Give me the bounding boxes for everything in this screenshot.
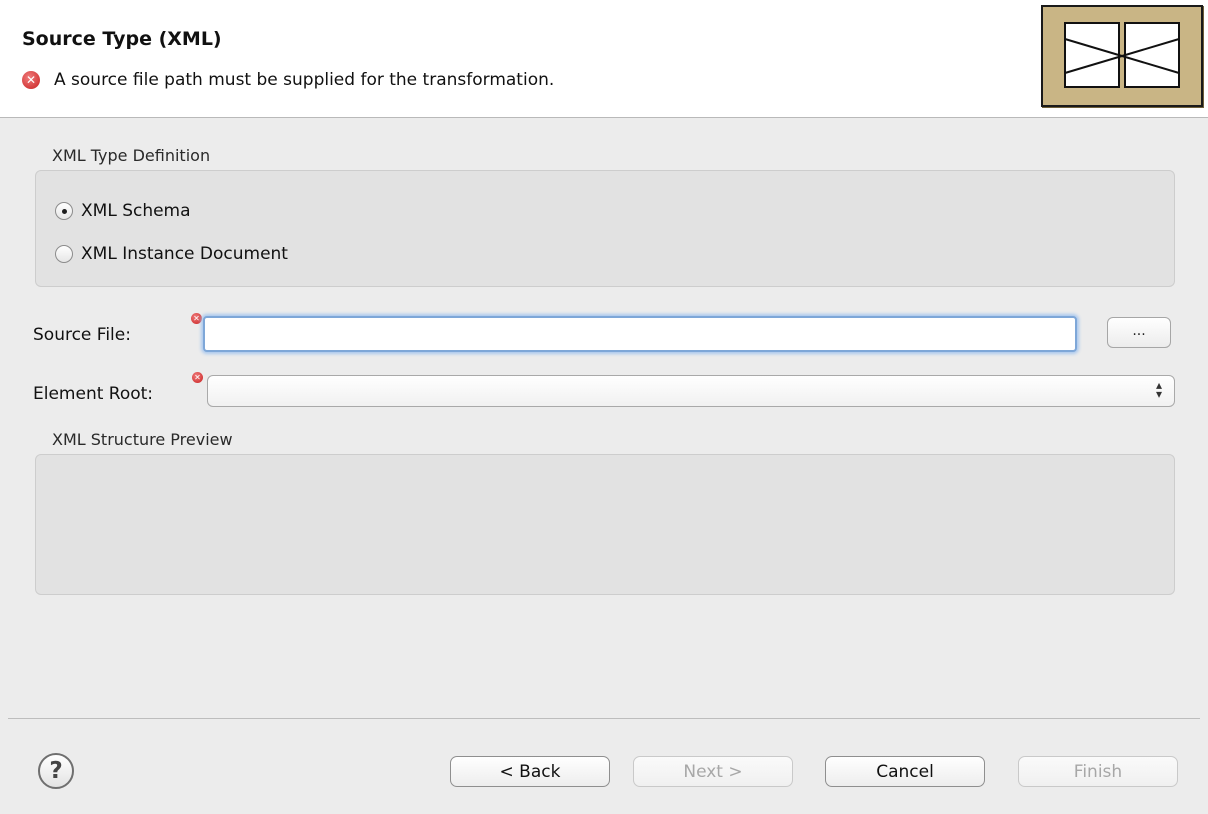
radio-button[interactable] xyxy=(55,245,73,263)
source-file-input[interactable] xyxy=(203,316,1077,352)
radio-xml-instance-document[interactable]: XML Instance Document xyxy=(55,244,288,264)
finish-button[interactable]: Finish xyxy=(1018,756,1178,787)
help-icon[interactable]: ? xyxy=(38,753,74,789)
structure-preview-area xyxy=(35,454,1175,595)
cancel-button[interactable]: Cancel xyxy=(825,756,985,787)
error-message: ✕ A source file path must be supplied fo… xyxy=(22,70,554,90)
radio-label: XML Instance Document xyxy=(81,244,288,264)
radio-button-checked[interactable] xyxy=(55,202,73,220)
wizard-banner-image xyxy=(1041,5,1203,107)
page-title: Source Type (XML) xyxy=(22,28,222,50)
error-icon: ✕ xyxy=(22,71,40,89)
back-button[interactable]: < Back xyxy=(450,756,610,787)
next-button[interactable]: Next > xyxy=(633,756,793,787)
wizard-dialog: Source Type (XML) ✕ A source file path m… xyxy=(0,0,1208,814)
type-definition-group: XML Schema XML Instance Document xyxy=(35,170,1175,287)
element-root-label: Element Root: xyxy=(33,384,154,404)
field-error-icon: ✕ xyxy=(191,313,202,324)
preview-group-label: XML Structure Preview xyxy=(52,430,233,449)
type-definition-group-label: XML Type Definition xyxy=(52,146,211,165)
banner-graphic xyxy=(1064,22,1180,88)
wizard-header: Source Type (XML) ✕ A source file path m… xyxy=(0,0,1208,118)
radio-label: XML Schema xyxy=(81,201,191,221)
error-message-text: A source file path must be supplied for … xyxy=(54,70,555,90)
field-error-icon: ✕ xyxy=(192,372,203,383)
browse-button[interactable]: ... xyxy=(1107,317,1171,348)
footer-divider xyxy=(8,718,1200,719)
radio-xml-schema[interactable]: XML Schema xyxy=(55,201,191,221)
source-file-label: Source File: xyxy=(33,325,131,345)
element-root-select[interactable]: ▴ ▾ xyxy=(207,375,1175,407)
up-down-arrows-icon: ▴ ▾ xyxy=(1155,378,1162,401)
